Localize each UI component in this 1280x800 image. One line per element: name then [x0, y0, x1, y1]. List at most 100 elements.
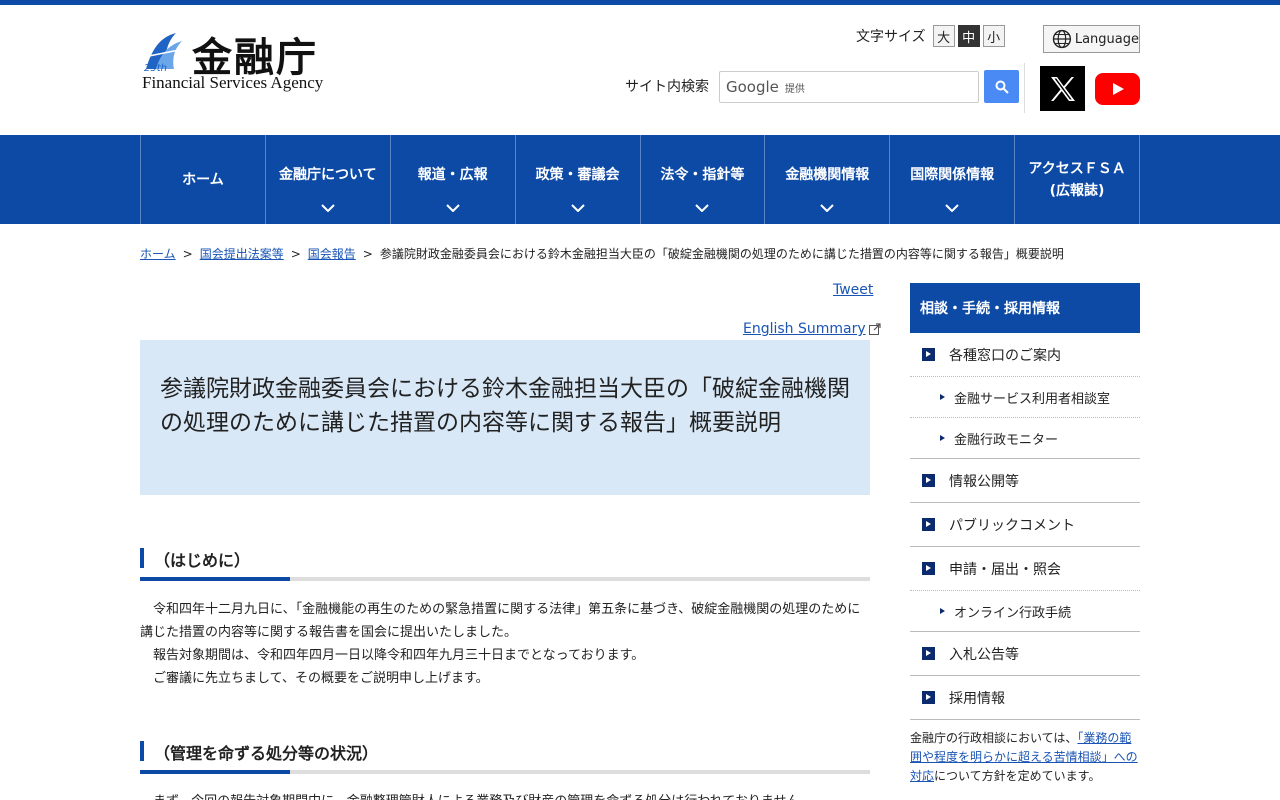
sidebar-note-pre: 金融庁の行政相談においては、	[910, 731, 1078, 745]
youtube-play-icon	[1112, 83, 1124, 95]
x-logo-icon	[1050, 76, 1075, 101]
sidebar-item-bidding[interactable]: 入札公告等	[910, 632, 1140, 676]
sidebar-note-post: について方針を定めています。	[934, 769, 1101, 783]
triangle-right-icon	[940, 435, 945, 441]
triangle-right-icon	[940, 608, 945, 614]
nav-home-label: ホーム	[182, 171, 224, 188]
tweet-link[interactable]: Tweet	[833, 282, 873, 298]
font-size-small-button[interactable]: 小	[982, 25, 1005, 47]
sidebar-subitem-online-procedures[interactable]: オンライン行政手続	[910, 591, 1140, 632]
nav-laws-label: 法令・指針等	[660, 166, 745, 183]
arrow-square-icon	[922, 518, 935, 531]
language-label: Language	[1074, 31, 1139, 47]
english-summary-link[interactable]: English Summary	[743, 321, 881, 337]
sidebar-item-public-comment[interactable]: パブリックコメント	[910, 503, 1140, 547]
sidebar-subitem-label: 金融行政モニター	[954, 432, 1059, 448]
nav-policy-label: 政策・審議会	[535, 166, 620, 183]
nav-access-fsa[interactable]: アクセスＦＳＡ (広報誌)	[1015, 135, 1140, 224]
sidebar-subitem-admin-monitor[interactable]: 金融行政モニター	[910, 418, 1140, 459]
search-provided-text: 提供	[784, 83, 805, 95]
font-size-label: 文字サイズ	[856, 29, 926, 45]
management-paragraphs: まず、今回の報告対象期間中に、金融整理管財人による業務及び財産の管理を命ずる処分…	[140, 790, 870, 800]
arrow-square-icon	[922, 562, 935, 575]
search-button[interactable]	[984, 70, 1019, 103]
breadcrumb-bills[interactable]: 国会提出法案等	[200, 247, 284, 261]
breadcrumb-separator: >	[362, 247, 373, 261]
arrow-square-icon	[922, 691, 935, 704]
heading-underline-accent	[140, 770, 290, 774]
sidebar-item-label: 採用情報	[949, 690, 1005, 707]
breadcrumb-current: 参議院財政金融委員会における鈴木金融担当大臣の「破綻金融機関の処理のために講じた…	[379, 247, 1064, 261]
section-heading-intro-text: （はじめに）	[154, 551, 251, 570]
page-title: 参議院財政金融委員会における鈴木金融担当大臣の「破綻金融機関の処理のために講じた…	[140, 340, 870, 495]
heading-accent-bar	[140, 741, 144, 761]
site-logo[interactable]: 25th 金融庁 Financial Services Agency	[142, 27, 342, 97]
search-icon	[995, 80, 1009, 94]
sidebar-item-info-disclosure[interactable]: 情報公開等	[910, 459, 1140, 503]
header-divider	[1024, 63, 1025, 113]
site-search-input[interactable]: Google 提供	[719, 71, 979, 103]
sidebar-item-applications[interactable]: 申請・届出・照会	[910, 547, 1140, 591]
site-header: 25th 金融庁 Financial Services Agency 文字サイズ…	[0, 5, 1280, 135]
nav-press[interactable]: 報道・広報	[391, 135, 516, 224]
nav-laws[interactable]: 法令・指針等	[641, 135, 766, 224]
font-size-switcher: 文字サイズ 大 中 小	[856, 25, 1005, 47]
global-navigation: ホーム 金融庁について 報道・広報 政策・審議会 法令・指針等 金融機関情報 国…	[0, 135, 1280, 224]
sidebar-item-label: 各種窓口のご案内	[949, 347, 1061, 364]
nav-home[interactable]: ホーム	[141, 135, 266, 224]
arrow-square-icon	[922, 647, 935, 660]
chevron-down-icon	[570, 204, 585, 212]
sidebar-subitem-label: オンライン行政手続	[954, 605, 1072, 621]
breadcrumb-separator: >	[182, 247, 193, 261]
intro-paragraphs: 令和四年十二月九日に、「金融機能の再生のための緊急措置に関する法律」第五条に基づ…	[140, 598, 870, 690]
intro-paragraph-2: 報告対象期間は、令和四年四月一日以降令和四年九月三十日までとなっております。	[153, 648, 645, 663]
youtube-social-link[interactable]	[1095, 73, 1140, 105]
arrow-square-icon	[922, 474, 935, 487]
site-search-label: サイト内検索	[625, 79, 709, 95]
nav-institutions[interactable]: 金融機関情報	[765, 135, 891, 224]
sidebar-subitem-consultation-office[interactable]: 金融サービス利用者相談室	[910, 377, 1140, 418]
nav-press-label: 報道・広報	[417, 166, 488, 183]
nav-policy[interactable]: 政策・審議会	[516, 135, 641, 224]
breadcrumb: ホーム > 国会提出法案等 > 国会報告 > 参議院財政金融委員会における鈴木金融担当大臣の…	[140, 245, 1064, 262]
font-size-medium-button[interactable]: 中	[957, 25, 980, 47]
chevron-down-icon	[695, 204, 710, 212]
external-link-icon	[868, 323, 881, 335]
intro-paragraph-3: ご審議に先立ちまして、その概要をご説明申し上げます。	[153, 671, 489, 686]
chevron-down-icon	[820, 204, 835, 212]
breadcrumb-diet-reports[interactable]: 国会報告	[308, 247, 356, 261]
heading-underline-accent	[140, 577, 290, 581]
nav-institutions-label: 金融機関情報	[785, 166, 870, 183]
nav-about[interactable]: 金融庁について	[266, 135, 391, 224]
sidebar-item-label: パブリックコメント	[949, 517, 1075, 534]
google-brand-text: Google	[726, 78, 779, 96]
sidebar-subitem-label: 金融サービス利用者相談室	[954, 391, 1111, 407]
sidebar: 相談・手続・採用情報 各種窓口のご案内 金融サービス利用者相談室 金融行政モニタ…	[910, 283, 1140, 786]
sidebar-item-label: 申請・届出・照会	[949, 561, 1061, 578]
sidebar-heading: 相談・手続・採用情報	[910, 283, 1140, 333]
chevron-down-icon	[945, 204, 959, 212]
sidebar-item-label: 情報公開等	[949, 473, 1019, 490]
globe-icon	[1052, 29, 1072, 49]
font-size-large-button[interactable]: 大	[932, 25, 955, 47]
chevron-down-icon	[445, 204, 460, 212]
breadcrumb-separator: >	[290, 247, 301, 261]
x-social-link[interactable]	[1040, 66, 1085, 111]
sidebar-item-label: 入札公告等	[949, 646, 1019, 663]
arrow-square-icon	[922, 348, 935, 361]
nav-about-label: 金融庁について	[279, 166, 377, 183]
management-paragraph-1: まず、今回の報告対象期間中に、金融整理管財人による業務及び財産の管理を命ずる処分…	[140, 790, 870, 800]
nav-access-fsa-label: アクセスＦＳＡ	[1028, 160, 1126, 177]
language-button[interactable]: Language	[1043, 25, 1140, 53]
nav-international[interactable]: 国際関係情報	[890, 135, 1016, 224]
sidebar-item-recruitment[interactable]: 採用情報	[910, 676, 1140, 720]
sidebar-item-contact-windows[interactable]: 各種窓口のご案内	[910, 333, 1140, 377]
fsa-logo-icon: 25th	[142, 29, 186, 73]
nav-access-fsa-sublabel: (広報誌)	[1049, 182, 1105, 199]
sidebar-note: 金融庁の行政相談においては、「業務の範囲や程度を明らかに超える苦情相談」への対応…	[910, 729, 1140, 786]
section-heading-management: （管理を命ずる処分等の状況）	[140, 738, 870, 776]
breadcrumb-home[interactable]: ホーム	[140, 247, 176, 261]
intro-paragraph-1: 令和四年十二月九日に、「金融機能の再生のための緊急措置に関する法律」第五条に基づ…	[140, 602, 861, 640]
svg-text:25th: 25th	[144, 63, 167, 73]
nav-international-label: 国際関係情報	[910, 166, 995, 183]
